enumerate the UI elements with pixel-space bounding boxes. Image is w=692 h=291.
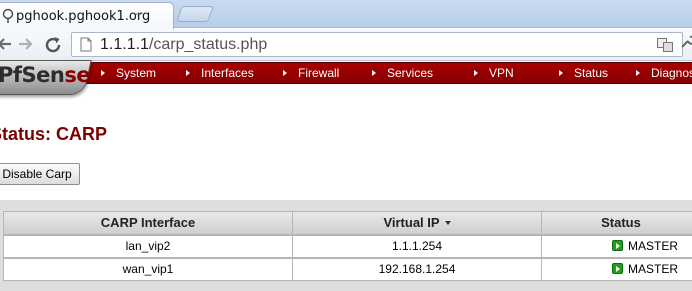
- logo-text: PfSense: [0, 63, 91, 87]
- carp-status-panel: CARP Interface Virtual IP Status lan_vip…: [0, 200, 692, 291]
- nav-item-services[interactable]: Services: [372, 66, 433, 80]
- tab-close-button[interactable]: –: [135, 6, 142, 22]
- header-label: Status: [601, 215, 641, 230]
- play-icon: [612, 240, 623, 251]
- header-virtual-ip[interactable]: Virtual IP: [292, 211, 542, 235]
- cell-status: MASTER: [541, 258, 692, 281]
- caret-right-icon: [283, 70, 287, 76]
- browser-toolbar: 1.1.1.1/carp_status.php: [0, 29, 692, 61]
- table-header-row: CARP Interface Virtual IP Status: [3, 211, 692, 235]
- cell-interface: wan_vip1: [3, 258, 293, 281]
- header-label: Virtual IP: [383, 215, 440, 230]
- nav-item-vpn[interactable]: VPN: [474, 66, 514, 80]
- nav-item-label: VPN: [489, 66, 514, 80]
- nav-item-label: Services: [387, 66, 434, 80]
- nav-item-label: Status: [574, 66, 609, 80]
- url-path: /carp_status.php: [148, 36, 268, 53]
- caret-right-icon: [101, 70, 105, 76]
- nav-item-label: Interfaces: [201, 66, 254, 80]
- caret-right-icon: [372, 70, 376, 76]
- disable-carp-button[interactable]: Disable Carp: [0, 163, 80, 185]
- nav-item-interfaces[interactable]: Interfaces: [186, 66, 254, 80]
- globe-icon: [2, 8, 14, 23]
- url-text: 1.1.1.1/carp_status.php: [100, 36, 267, 54]
- caret-right-icon: [474, 70, 478, 76]
- sort-down-icon: [444, 221, 451, 225]
- wrench-icon[interactable]: [679, 34, 692, 50]
- nav-item-label: Firewall: [298, 66, 340, 80]
- header-status[interactable]: Status: [541, 211, 692, 235]
- table-row: wan_vip1 192.168.1.254 MASTER: [3, 258, 692, 281]
- address-bar[interactable]: 1.1.1.1/carp_status.php: [71, 32, 683, 57]
- header-carp-interface[interactable]: CARP Interface: [3, 211, 293, 235]
- play-icon: [612, 263, 623, 274]
- new-tab-button[interactable]: [176, 6, 214, 22]
- page-icon: [80, 37, 92, 52]
- header-label: CARP Interface: [100, 215, 196, 230]
- cell-virtual-ip: 1.1.1.254: [292, 235, 542, 258]
- reload-icon[interactable]: [42, 34, 64, 56]
- nav-item-status[interactable]: Status: [559, 66, 608, 80]
- url-host: 1.1.1.1: [100, 36, 149, 53]
- table-row: lan_vip2 1.1.1.254 MASTER: [3, 235, 692, 258]
- status-text: MASTER: [628, 239, 679, 253]
- nav-item-diagnostics[interactable]: Diagnos: [636, 66, 692, 80]
- nav-item-system[interactable]: System: [101, 66, 156, 80]
- translate-icon[interactable]: [657, 38, 673, 52]
- forward-arrow-icon[interactable]: [16, 34, 36, 54]
- caret-right-icon: [559, 70, 563, 76]
- page-title: Status: CARP: [0, 124, 108, 144]
- cell-status: MASTER: [541, 235, 692, 258]
- browser-tab[interactable]: pghook.pghook1.org –: [0, 2, 174, 29]
- logo-text-main: PfSen: [0, 63, 65, 87]
- cell-interface: lan_vip2: [3, 235, 293, 258]
- nav-item-label: System: [116, 66, 157, 80]
- status-text: MASTER: [628, 262, 679, 276]
- browser-tab-strip: pghook.pghook1.org –: [0, 0, 692, 29]
- back-arrow-icon[interactable]: [0, 34, 14, 54]
- nav-item-firewall[interactable]: Firewall: [283, 66, 339, 80]
- caret-right-icon: [186, 70, 190, 76]
- cell-virtual-ip: 192.168.1.254: [292, 258, 542, 281]
- caret-right-icon: [636, 70, 640, 76]
- tab-title: pghook.pghook1.org: [16, 9, 151, 24]
- nav-item-label: Diagnos: [651, 66, 692, 80]
- logo-text-accent: se: [64, 63, 91, 87]
